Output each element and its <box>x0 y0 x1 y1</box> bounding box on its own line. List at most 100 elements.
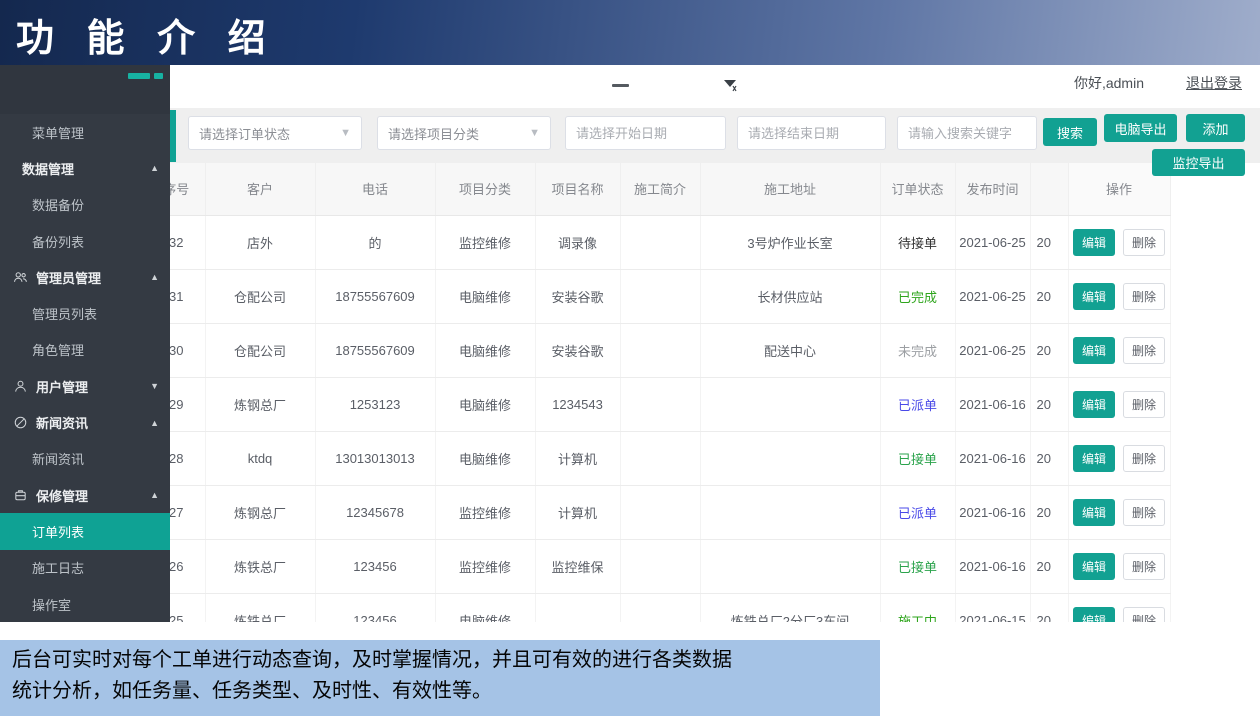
delete-button[interactable]: 删除 <box>1123 337 1165 364</box>
chevron-down-icon: ▼ <box>529 127 540 139</box>
edit-button[interactable]: 编辑 <box>1073 499 1115 526</box>
cell-status: 已接单 <box>880 431 955 485</box>
table-row: 31仓配公司18755567609电脑维修安装谷歌长材供应站已完成2021-06… <box>148 269 1170 323</box>
column-header: 项目分类 <box>435 163 535 215</box>
cell-brief <box>620 377 700 431</box>
sidebar-item[interactable]: 备份列表 <box>0 223 170 259</box>
cell-address: 3号炉作业长室 <box>700 215 880 269</box>
cell-name: 1234543 <box>535 377 620 431</box>
cell-phone: 18755567609 <box>315 323 435 377</box>
cell-name: 计算机 <box>535 485 620 539</box>
cell-actions: 编辑删除 <box>1068 593 1170 622</box>
edit-button[interactable]: 编辑 <box>1073 607 1115 623</box>
sidebar-item[interactable]: 操作室 <box>0 586 170 622</box>
table-header: 序号客户电话项目分类项目名称施工简介施工地址订单状态发布时间操作 <box>148 163 1170 215</box>
chevron-down-icon: ▼ <box>150 381 159 391</box>
sidebar-item[interactable]: 用户管理▼ <box>0 368 170 404</box>
project-category-select[interactable]: 请选择项目分类 ▼ <box>377 116 551 150</box>
cell-phone: 18755567609 <box>315 269 435 323</box>
delete-button[interactable]: 删除 <box>1123 553 1165 580</box>
sidebar-item-label: 新闻资讯 <box>36 413 88 432</box>
search-button[interactable]: 搜索 <box>1043 118 1097 146</box>
delete-button[interactable]: 删除 <box>1123 445 1165 472</box>
cell-extra: 20 <box>1030 485 1068 539</box>
edit-button[interactable]: 编辑 <box>1073 553 1115 580</box>
cell-actions: 编辑删除 <box>1068 215 1170 269</box>
sidebar-item-label: 数据备份 <box>32 195 84 214</box>
sidebar-logo-partial <box>0 65 170 114</box>
start-date-input[interactable] <box>565 116 726 150</box>
cell-status: 施工中 <box>880 593 955 622</box>
cell-name: 计算机 <box>535 431 620 485</box>
sidebar-item[interactable]: 管理员列表 <box>0 295 170 331</box>
cell-address <box>700 539 880 593</box>
logout-link[interactable]: 退出登录 <box>1186 75 1242 91</box>
sidebar-item[interactable]: 菜单管理 <box>0 114 170 150</box>
cell-brief <box>620 485 700 539</box>
sidebar-item-label: 管理员列表 <box>32 304 97 323</box>
delete-button[interactable]: 删除 <box>1123 499 1165 526</box>
cell-publish: 2021-06-15 <box>955 593 1030 622</box>
table-row: 26炼铁总厂123456监控维修监控维保已接单2021-06-1620编辑删除 <box>148 539 1170 593</box>
edit-button[interactable]: 编辑 <box>1073 391 1115 418</box>
cell-category: 电脑维修 <box>435 269 535 323</box>
cell-address: 长材供应站 <box>700 269 880 323</box>
cell-status: 已完成 <box>880 269 955 323</box>
delete-button[interactable]: 删除 <box>1123 607 1165 623</box>
edit-button[interactable]: 编辑 <box>1073 337 1115 364</box>
cell-phone: 1253123 <box>315 377 435 431</box>
delete-button[interactable]: 删除 <box>1123 391 1165 418</box>
cell-actions: 编辑删除 <box>1068 485 1170 539</box>
column-header: 客户 <box>205 163 315 215</box>
cell-publish: 2021-06-25 <box>955 323 1030 377</box>
project-category-select-value: 请选择项目分类 <box>388 124 479 143</box>
delete-button[interactable]: 删除 <box>1123 283 1165 310</box>
cell-address <box>700 377 880 431</box>
cell-name: 安装谷歌 <box>535 323 620 377</box>
cell-status: 已接单 <box>880 539 955 593</box>
sidebar-item-label: 保修管理 <box>36 486 88 505</box>
caption-box: 后台可实时对每个工单进行动态查询，及时掌握情况，并且可有效的进行各类数据 统计分… <box>0 640 880 716</box>
cell-brief <box>620 323 700 377</box>
cell-address <box>700 485 880 539</box>
delete-button[interactable]: 删除 <box>1123 229 1165 256</box>
export-pc-button[interactable]: 电脑导出 <box>1104 114 1177 142</box>
chevron-up-icon: ▲ <box>150 272 159 282</box>
edit-button[interactable]: 编辑 <box>1073 283 1115 310</box>
cell-customer: 炼铁总厂 <box>205 539 315 593</box>
add-button[interactable]: 添加 <box>1186 114 1245 142</box>
keyword-input[interactable] <box>897 116 1037 150</box>
sidebar-item[interactable]: 角色管理 <box>0 332 170 368</box>
cell-status: 未完成 <box>880 323 955 377</box>
cell-brief <box>620 431 700 485</box>
cell-extra: 20 <box>1030 539 1068 593</box>
edit-button[interactable]: 编辑 <box>1073 445 1115 472</box>
sidebar-item-label: 操作室 <box>32 595 71 614</box>
cell-category: 监控维修 <box>435 215 535 269</box>
chevron-down-icon: ▼ <box>340 127 351 139</box>
order-status-select[interactable]: 请选择订单状态 ▼ <box>188 116 362 150</box>
flag-icon[interactable] <box>723 78 739 92</box>
cell-address <box>700 431 880 485</box>
cell-category: 监控维修 <box>435 539 535 593</box>
sidebar-item[interactable]: 数据管理▲ <box>0 150 170 186</box>
edit-button[interactable]: 编辑 <box>1073 229 1115 256</box>
sidebar-item[interactable]: 管理员管理▲ <box>0 259 170 295</box>
cell-status: 已派单 <box>880 485 955 539</box>
slide-title-banner: 功 能 介 绍 <box>0 0 1260 65</box>
sidebar-item[interactable]: 新闻资讯 <box>0 441 170 477</box>
sidebar-item[interactable]: 施工日志 <box>0 550 170 586</box>
topbar-user-area: 你好,admin退出登录 <box>1074 73 1242 93</box>
admin-app-screenshot: 你好,admin退出登录 请选择订单状态 ▼ 请选择项目分类 ▼ 搜索 电脑导出… <box>0 65 1260 622</box>
collapse-menu-icon[interactable] <box>612 84 629 87</box>
sidebar-item-label: 备份列表 <box>32 232 84 251</box>
export-monitor-button[interactable]: 监控导出 <box>1152 149 1245 176</box>
cell-customer: 仓配公司 <box>205 323 315 377</box>
sidebar-item[interactable]: 保修管理▲ <box>0 477 170 513</box>
end-date-input[interactable] <box>737 116 886 150</box>
sidebar-item[interactable]: 新闻资讯▲ <box>0 404 170 440</box>
sidebar-item[interactable]: 数据备份 <box>0 187 170 223</box>
sidebar-item-label: 新闻资讯 <box>32 449 84 468</box>
cell-category: 监控维修 <box>435 485 535 539</box>
sidebar-item-active[interactable]: 订单列表 <box>0 513 170 549</box>
